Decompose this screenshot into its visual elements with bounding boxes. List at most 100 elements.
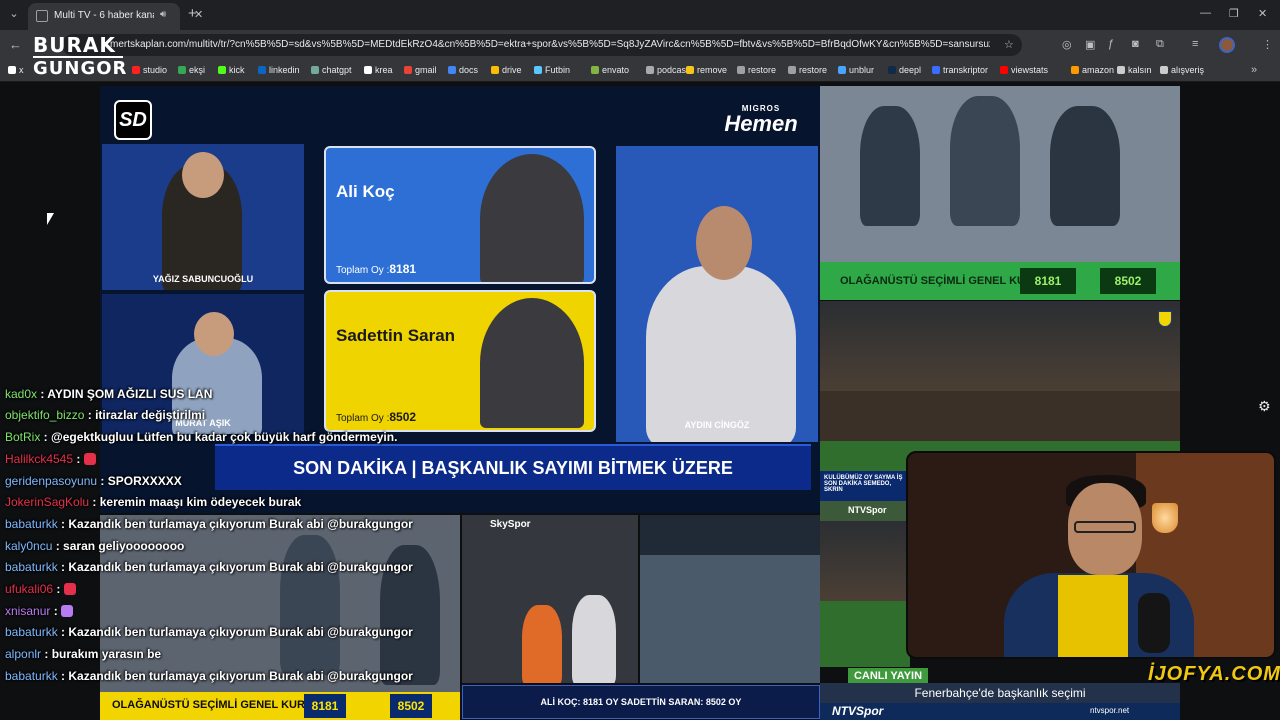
chat-message: ufukali06 : bbox=[5, 582, 76, 596]
bookmark-docs[interactable]: docs bbox=[448, 65, 478, 75]
bookmark-envato[interactable]: envato bbox=[591, 65, 629, 75]
bookmark-viewstats[interactable]: viewstats bbox=[1000, 65, 1048, 75]
bookmark-transkriptor[interactable]: transkriptor bbox=[932, 65, 988, 75]
script-icon[interactable]: ƒ bbox=[1108, 38, 1114, 50]
bookmarks-overflow-icon[interactable]: » bbox=[1251, 64, 1257, 76]
gear-icon[interactable]: ⚙ bbox=[1258, 398, 1271, 415]
candidate1-name: Ali Koç bbox=[336, 182, 395, 201]
chat-username: BotRix bbox=[5, 430, 41, 444]
tab-title: Multi TV - 6 haber kanalını bbox=[54, 10, 154, 21]
chat-message: babaturkk : Kazandık ben turlamaya çıkıy… bbox=[5, 669, 413, 683]
chat-emote-icon bbox=[83, 453, 96, 465]
tab-audio-icon[interactable]: 🔊︎ bbox=[160, 9, 166, 20]
bookmark-deepl[interactable]: deepl bbox=[888, 65, 921, 75]
chat-message: JokerinSagKolu : keremin maaşı kim ödeye… bbox=[5, 495, 302, 509]
skyspor-feed[interactable]: SkySpor bbox=[462, 515, 638, 683]
bookmark-krea[interactable]: krea bbox=[364, 65, 393, 75]
media-queue-icon[interactable]: ≡ bbox=[1192, 38, 1198, 50]
chat-message: geridenpasoyunu : SPORXXXXX bbox=[5, 474, 182, 488]
bookmark-restore[interactable]: restore bbox=[737, 65, 776, 75]
chat-message: xnisanur : bbox=[5, 604, 74, 618]
bookmark-favicon-icon bbox=[788, 66, 796, 74]
chat-text: Kazandık ben turlamaya çıkıyorum Burak a… bbox=[68, 560, 413, 574]
guest-camera: AYDIN CİNGÖZ bbox=[616, 146, 818, 442]
chat-text: Kazandık ben turlamaya çıkıyorum Burak a… bbox=[68, 669, 413, 683]
chat-message: babaturkk : Kazandık ben turlamaya çıkıy… bbox=[5, 625, 413, 639]
bookmark-favicon-icon bbox=[686, 66, 694, 74]
chat-username: kaly0ncu bbox=[5, 539, 53, 553]
bookmark-linkedin[interactable]: linkedin bbox=[258, 65, 300, 75]
restore-icon[interactable]: ❐ bbox=[1229, 7, 1239, 20]
chat-message: BotRix : @egektkugluu Lütfen bu kadar ço… bbox=[5, 430, 398, 444]
camera-icon[interactable]: ◙ bbox=[1132, 38, 1139, 50]
tab-search-icon[interactable]: ⌄ bbox=[6, 6, 22, 22]
chat-username: alponlr bbox=[5, 647, 42, 661]
new-tab-button[interactable]: + bbox=[188, 5, 197, 22]
chat-text: SPORXXXXX bbox=[107, 474, 182, 488]
skyspor-logo: SkySpor bbox=[490, 519, 531, 530]
bookmark-amazon[interactable]: amazon bbox=[1071, 65, 1114, 75]
address-url[interactable]: mertskaplan.com/multitv/tr/?cn%5B%5D=sd&… bbox=[110, 39, 990, 50]
chat-text: itirazlar değiştirilmi bbox=[95, 408, 206, 422]
page-content: SD MIGROS Hemen YAĞIZ SABUNCUOĞLU MURAT … bbox=[0, 83, 1280, 720]
incognito-icon[interactable]: ◎ bbox=[1062, 38, 1072, 51]
ntvspor-footer: NTVSpor ntvspor.net bbox=[820, 703, 1180, 720]
bookmark-x[interactable]: x bbox=[8, 65, 24, 75]
bookmark-studio[interactable]: studio bbox=[132, 65, 167, 75]
bookmark-favicon-icon bbox=[646, 66, 654, 74]
streamer-webcam bbox=[906, 451, 1276, 659]
chat-username: xnisanur bbox=[5, 604, 51, 618]
bookmark-remove[interactable]: remove bbox=[686, 65, 727, 75]
ntv-small-logo: NTVSpor bbox=[848, 505, 887, 515]
live-caption: Fenerbahçe'de başkanlık seçimi bbox=[820, 683, 1180, 703]
bookmark-gmail[interactable]: gmail bbox=[404, 65, 437, 75]
puzzle-icon[interactable]: ⧉ bbox=[1156, 38, 1164, 51]
bookmark-chatgpt[interactable]: chatgpt bbox=[311, 65, 352, 75]
chat-text: saran geliyoooooooo bbox=[63, 539, 185, 553]
sponsor-logo: MIGROS Hemen bbox=[724, 104, 798, 136]
bookmark-kick[interactable]: kick bbox=[218, 65, 245, 75]
window-close-icon[interactable]: ✕ bbox=[1258, 7, 1267, 20]
chat-text: AYDIN ŞOM AĞIZLI SUS LAN bbox=[47, 387, 213, 401]
back-arrow-icon[interactable]: ← bbox=[9, 37, 22, 52]
genel-kurul-feed[interactable]: OLAĞANÜSTÜ SEÇİMLİ GENEL KURUL 8181 8502 bbox=[820, 86, 1180, 300]
sd-channel-logo: SD bbox=[114, 100, 152, 140]
minimize-icon[interactable]: — bbox=[1200, 7, 1211, 19]
bookmark-favicon-icon bbox=[534, 66, 542, 74]
streamer-logo: BURAK GUNGOR bbox=[33, 33, 128, 79]
active-tab[interactable]: Multi TV - 6 haber kanalını 🔊︎ ✕ bbox=[28, 3, 203, 30]
bookmark-favicon-icon bbox=[888, 66, 896, 74]
bookmark-favicon-icon bbox=[178, 66, 186, 74]
club-strip: KULÜBÜMÜZ OY SAYMA İŞ SON DAKİKA SEMEDO, … bbox=[820, 471, 910, 501]
bookmark-favicon-icon bbox=[491, 66, 499, 74]
chat-overlay: kad0x : AYDIN ŞOM AĞIZLI SUS LAN objektif… bbox=[0, 363, 440, 683]
bookmark-favicon-icon bbox=[838, 66, 846, 74]
crowd-feed[interactable] bbox=[640, 515, 820, 683]
address-bar[interactable]: mertskaplan.com/multitv/tr/?cn%5B%5D=sd&… bbox=[62, 34, 1022, 56]
chat-username: JokerinSagKolu bbox=[5, 495, 90, 509]
menu-kebab-icon[interactable]: ⋮ bbox=[1262, 38, 1273, 51]
host-camera-top: YAĞIZ SABUNCUOĞLU bbox=[102, 144, 304, 290]
bookmark-favicon-icon bbox=[737, 66, 745, 74]
bookmark-unblur[interactable]: unblur bbox=[838, 65, 874, 75]
bookmark-drive[interactable]: drive bbox=[491, 65, 522, 75]
chat-message: babaturkk : Kazandık ben turlamaya çıkıy… bbox=[5, 560, 413, 574]
bookmark-futbin[interactable]: Futbin bbox=[534, 65, 570, 75]
extension-icon[interactable]: ▣ bbox=[1085, 38, 1095, 51]
candidate1-votes: Toplam Oy :8181 bbox=[336, 262, 417, 276]
stadium-feed[interactable] bbox=[820, 301, 1180, 471]
chat-text: Kazandık ben turlamaya çıkıyorum Burak a… bbox=[68, 517, 413, 531]
chat-emote-icon bbox=[61, 605, 74, 617]
profile-avatar[interactable] bbox=[1219, 37, 1235, 53]
fenerbahce-crest-icon bbox=[1158, 311, 1172, 327]
bookmark-star-icon[interactable]: ☆ bbox=[1004, 38, 1014, 51]
chat-text: Kazandık ben turlamaya çıkıyorum Burak a… bbox=[68, 625, 413, 639]
ntvspor-feed[interactable]: KULÜBÜMÜZ OY SAYMA İŞ SON DAKİKA SEMEDO, … bbox=[820, 471, 910, 667]
bookmark-restore[interactable]: restore bbox=[788, 65, 827, 75]
bookmark-ekşi[interactable]: ekşi bbox=[178, 65, 205, 75]
chat-username: babaturkk bbox=[5, 625, 58, 639]
chat-text: @egektkugluu Lütfen bu kadar çok büyük h… bbox=[51, 430, 398, 444]
bookmark-kalsın[interactable]: kalsın bbox=[1117, 65, 1152, 75]
bookmark-alışveriş[interactable]: alışveriş bbox=[1160, 65, 1204, 75]
bookmark-podcast[interactable]: podcast bbox=[646, 65, 689, 75]
